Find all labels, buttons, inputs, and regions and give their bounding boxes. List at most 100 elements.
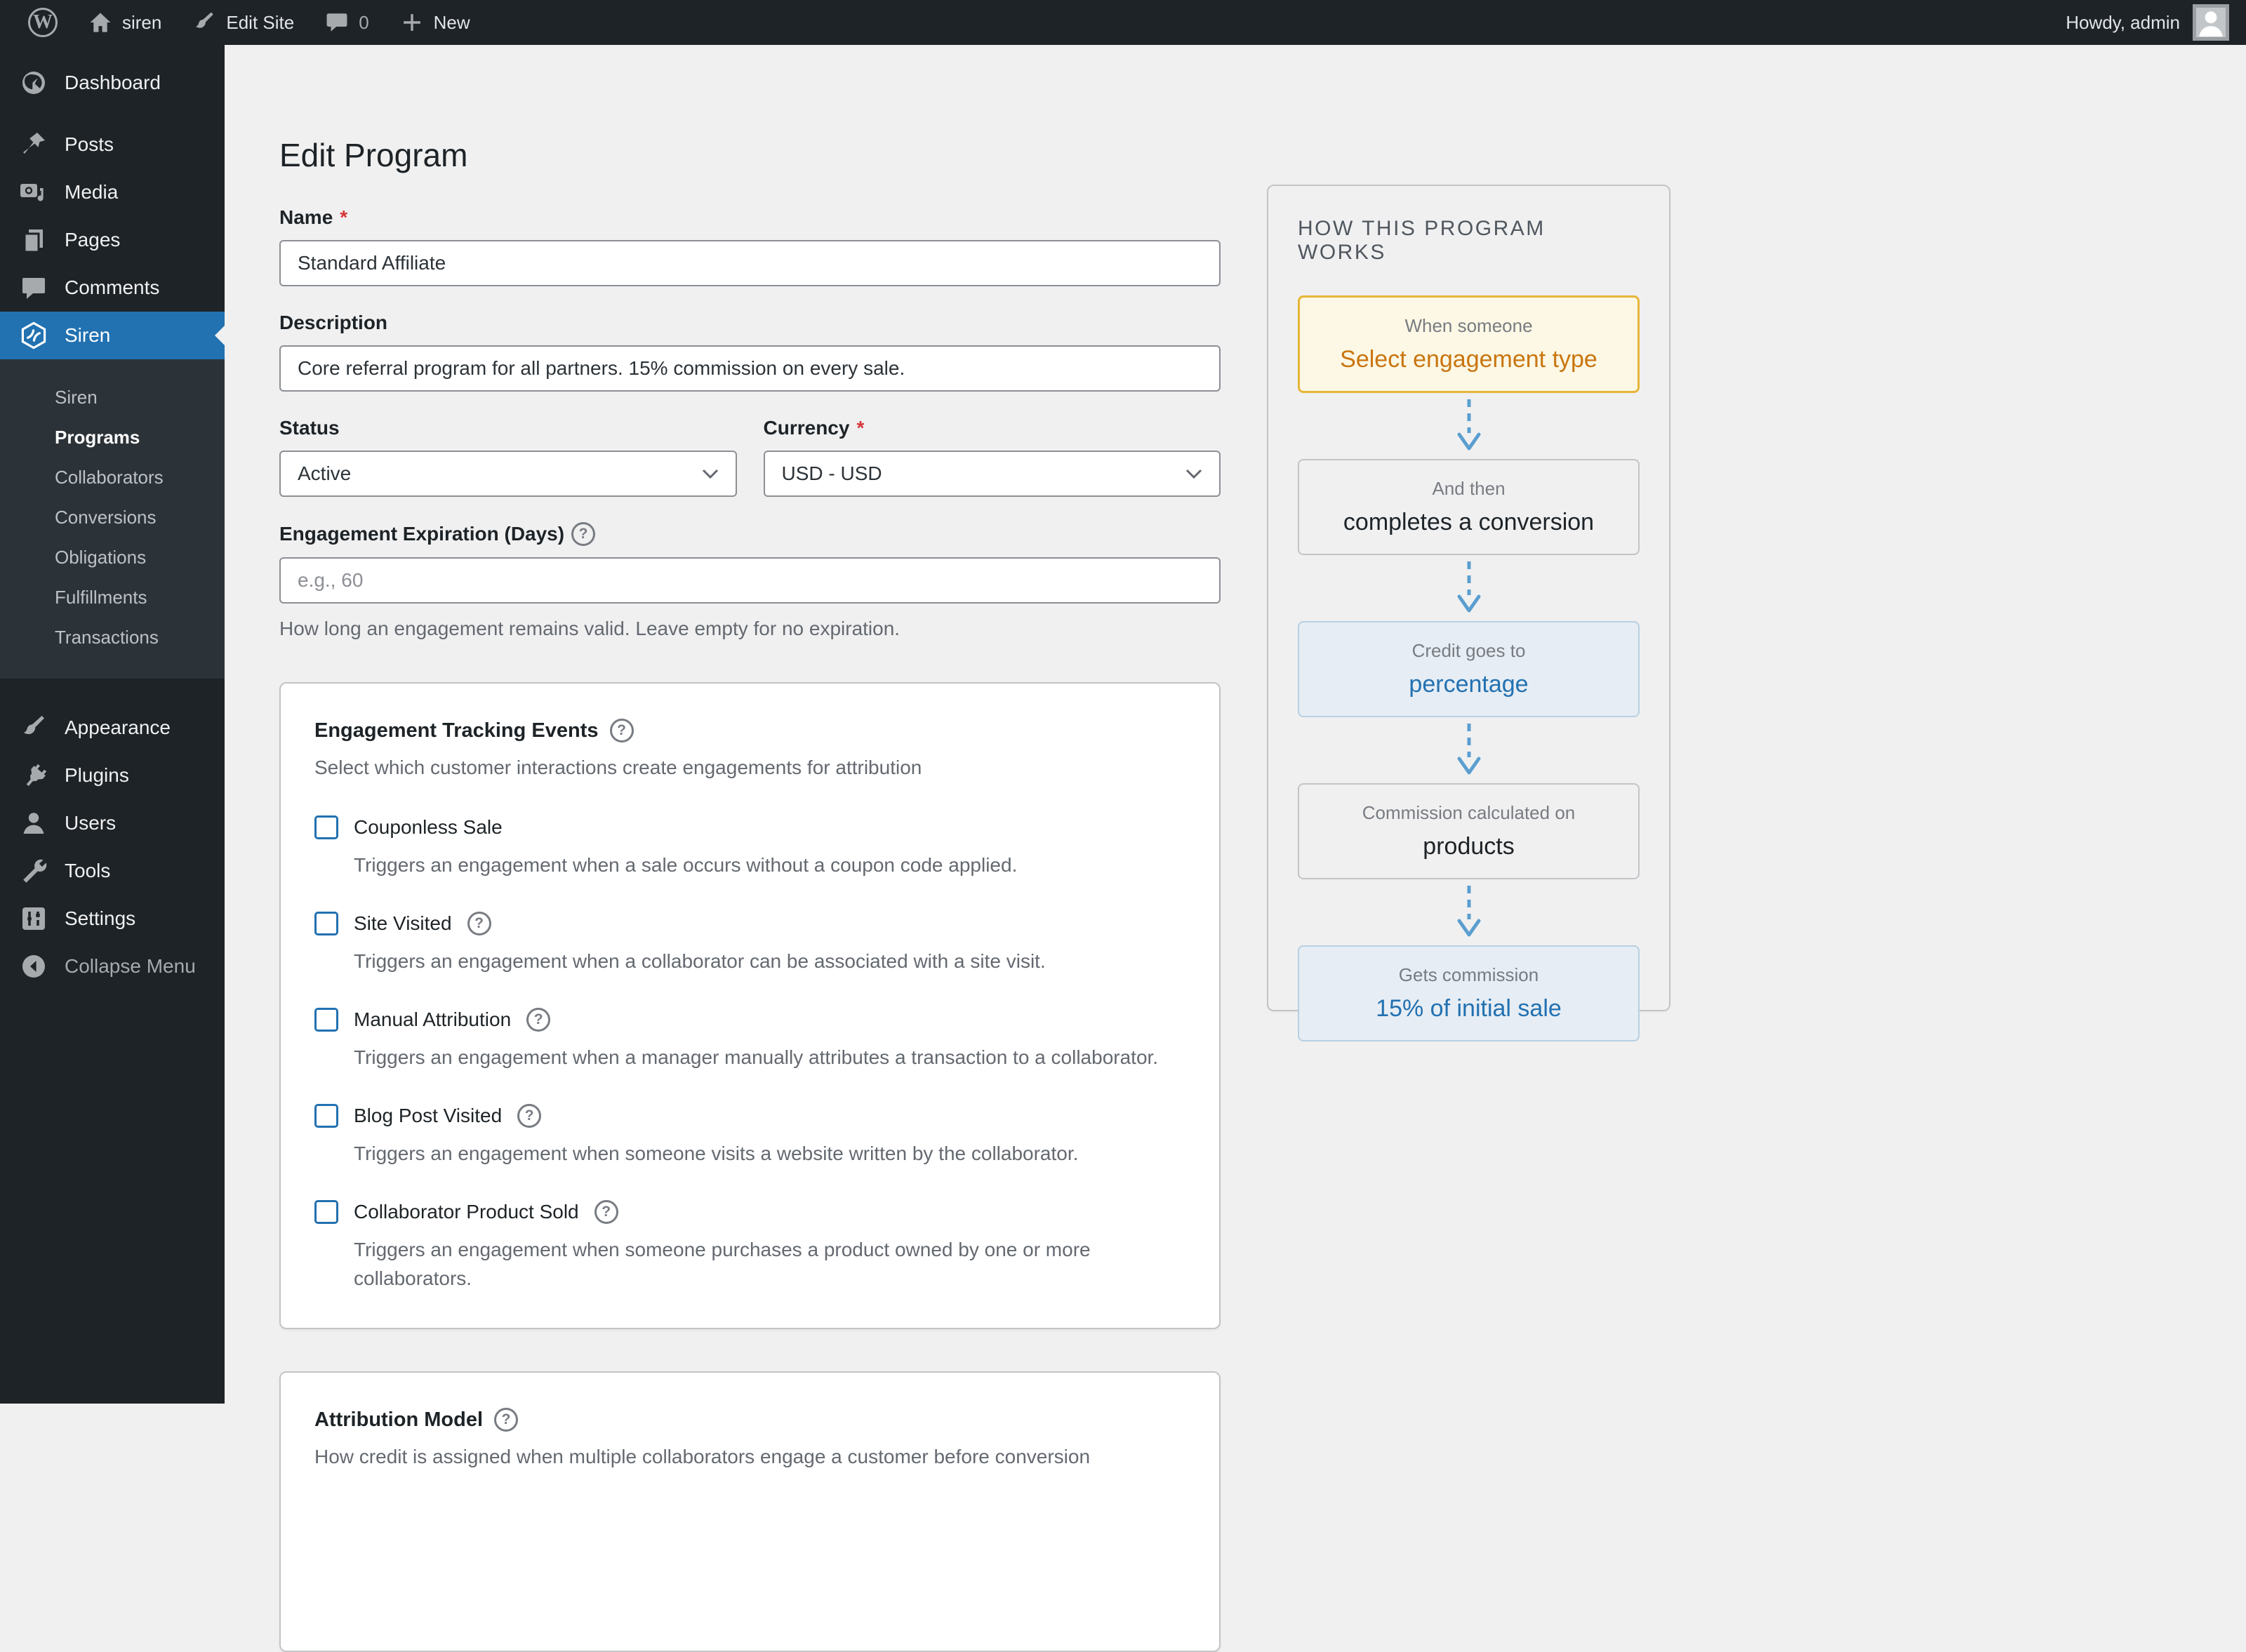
admin-bar-left: W siren Edit Site 0 New <box>0 0 486 45</box>
home-icon <box>88 11 112 34</box>
new-content-menu[interactable]: New <box>385 0 486 45</box>
step-credit[interactable]: Credit goes to percentage <box>1298 621 1640 717</box>
tracking-card-subtitle: Select which customer interactions creat… <box>314 757 1185 779</box>
sidebar-item-users[interactable]: Users <box>0 799 225 847</box>
chevron-down-icon <box>1184 462 1204 485</box>
event-row-manual-attribution: Manual Attribution ? Triggers an engagem… <box>314 1008 1185 1072</box>
couponless-sale-checkbox[interactable] <box>314 815 338 839</box>
site-visited-checkbox[interactable] <box>314 912 338 935</box>
help-icon[interactable]: ? <box>610 719 634 742</box>
blog-post-visited-checkbox[interactable] <box>314 1104 338 1128</box>
collapse-arrow-icon <box>20 952 48 980</box>
site-name-link[interactable]: siren <box>73 0 177 45</box>
event-description: Triggers an engagement when someone purc… <box>354 1235 1168 1293</box>
help-icon[interactable]: ? <box>594 1200 618 1224</box>
step-label: Gets commission <box>1310 964 1627 986</box>
sidebar-item-posts[interactable]: Posts <box>0 121 225 168</box>
sidebar-item-comments[interactable]: Comments <box>0 264 225 312</box>
submenu-item-fulfillments[interactable]: Fulfillments <box>0 578 225 618</box>
sidebar-item-siren[interactable]: Siren <box>0 312 225 359</box>
help-icon[interactable]: ? <box>467 912 491 935</box>
sidebar-item-settings[interactable]: Settings <box>0 895 225 942</box>
sidebar-label: Dashboard <box>65 72 161 94</box>
step-label: Commission calculated on <box>1310 802 1627 824</box>
event-row-couponless-sale: Couponless Sale Triggers an engagement w… <box>314 815 1185 879</box>
name-input[interactable] <box>279 240 1221 286</box>
expiration-field-label: Engagement Expiration (Days) ? <box>279 522 1221 546</box>
required-asterisk: * <box>340 206 347 229</box>
step-value: completes a conversion <box>1310 509 1627 536</box>
sidebar-item-dashboard[interactable]: Dashboard <box>0 59 225 107</box>
help-icon[interactable]: ? <box>571 522 595 546</box>
avatar[interactable] <box>2193 4 2229 41</box>
step-label: When someone <box>1311 315 1626 337</box>
tracking-events-list: Couponless Sale Triggers an engagement w… <box>314 815 1185 1293</box>
site-name-label: siren <box>122 12 161 34</box>
step-label: And then <box>1310 478 1627 500</box>
help-icon[interactable]: ? <box>494 1408 518 1432</box>
sidebar-label: Media <box>65 181 118 204</box>
sidebar-label: Appearance <box>65 717 171 739</box>
submenu-item-siren[interactable]: Siren <box>0 378 225 418</box>
wordpress-menu[interactable]: W <box>13 0 73 45</box>
edit-site-label: Edit Site <box>226 12 294 34</box>
sidebar-label: Pages <box>65 229 120 251</box>
sidebar-item-plugins[interactable]: Plugins <box>0 752 225 799</box>
status-field-label: Status <box>279 417 737 439</box>
name-label-text: Name <box>279 206 333 229</box>
currency-select[interactable]: USD - USD <box>764 451 1221 497</box>
step-commission-amount[interactable]: Gets commission 15% of initial sale <box>1298 945 1640 1041</box>
admin-sidebar: Dashboard Posts Media Pages Comments Sir… <box>0 45 225 1404</box>
plus-icon <box>400 11 424 34</box>
media-icon <box>20 178 48 206</box>
appearance-icon <box>20 714 48 742</box>
engagement-tracking-card: Engagement Tracking Events ? Select whic… <box>279 682 1221 1329</box>
collaborator-product-sold-checkbox[interactable] <box>314 1200 338 1224</box>
howdy-label[interactable]: Howdy, admin <box>2066 12 2180 34</box>
flow-arrow-down-icon <box>1298 393 1640 459</box>
sidebar-item-media[interactable]: Media <box>0 168 225 216</box>
sidebar-label: Posts <box>65 133 114 156</box>
flow-arrow-down-icon <box>1298 717 1640 783</box>
settings-sliders-icon <box>20 905 48 933</box>
sidebar-label: Tools <box>65 860 110 882</box>
event-row-site-visited: Site Visited ? Triggers an engagement wh… <box>314 912 1185 975</box>
how-it-works-title: HOW THIS PROGRAM WORKS <box>1298 217 1640 265</box>
step-engagement-type[interactable]: When someone Select engagement type <box>1298 295 1640 393</box>
chevron-down-icon <box>700 462 720 485</box>
submenu-item-collaborators[interactable]: Collaborators <box>0 458 225 498</box>
comments-shortcut[interactable]: 0 <box>310 0 384 45</box>
expiration-input[interactable] <box>279 557 1221 604</box>
sidebar-label: Siren <box>65 324 110 347</box>
submenu-item-obligations[interactable]: Obligations <box>0 538 225 578</box>
wrench-icon <box>20 857 48 885</box>
submenu-item-programs[interactable]: Programs <box>0 418 225 458</box>
help-icon[interactable]: ? <box>526 1008 550 1032</box>
sidebar-item-tools[interactable]: Tools <box>0 847 225 895</box>
edit-site-link[interactable]: Edit Site <box>177 0 310 45</box>
manual-attribution-checkbox[interactable] <box>314 1008 338 1032</box>
submenu-item-conversions[interactable]: Conversions <box>0 498 225 538</box>
expiration-help-text: How long an engagement remains valid. Le… <box>279 618 1221 640</box>
collapse-menu-button[interactable]: Collapse Menu <box>0 942 225 990</box>
event-row-collaborator-product-sold: Collaborator Product Sold ? Triggers an … <box>314 1200 1185 1293</box>
collapse-menu-label: Collapse Menu <box>65 955 196 978</box>
sidebar-label: Comments <box>65 277 159 299</box>
description-input[interactable] <box>279 345 1221 392</box>
status-select[interactable]: Active <box>279 451 737 497</box>
brush-icon <box>192 11 216 34</box>
event-label: Manual Attribution <box>354 1008 511 1031</box>
event-label: Blog Post Visited <box>354 1105 502 1127</box>
step-conversion: And then completes a conversion <box>1298 459 1640 555</box>
submenu-item-transactions[interactable]: Transactions <box>0 618 225 658</box>
new-label: New <box>434 12 470 34</box>
attribution-card-subtitle: How credit is assigned when multiple col… <box>314 1446 1185 1468</box>
attribution-model-card: Attribution Model ? How credit is assign… <box>279 1371 1221 1652</box>
flow-arrow-down-icon <box>1298 555 1640 621</box>
help-icon[interactable]: ? <box>517 1104 541 1128</box>
step-label: Credit goes to <box>1310 640 1627 662</box>
sidebar-item-pages[interactable]: Pages <box>0 216 225 264</box>
comment-count: 0 <box>359 12 368 34</box>
attribution-card-title: Attribution Model <box>314 1408 483 1432</box>
sidebar-item-appearance[interactable]: Appearance <box>0 704 225 752</box>
